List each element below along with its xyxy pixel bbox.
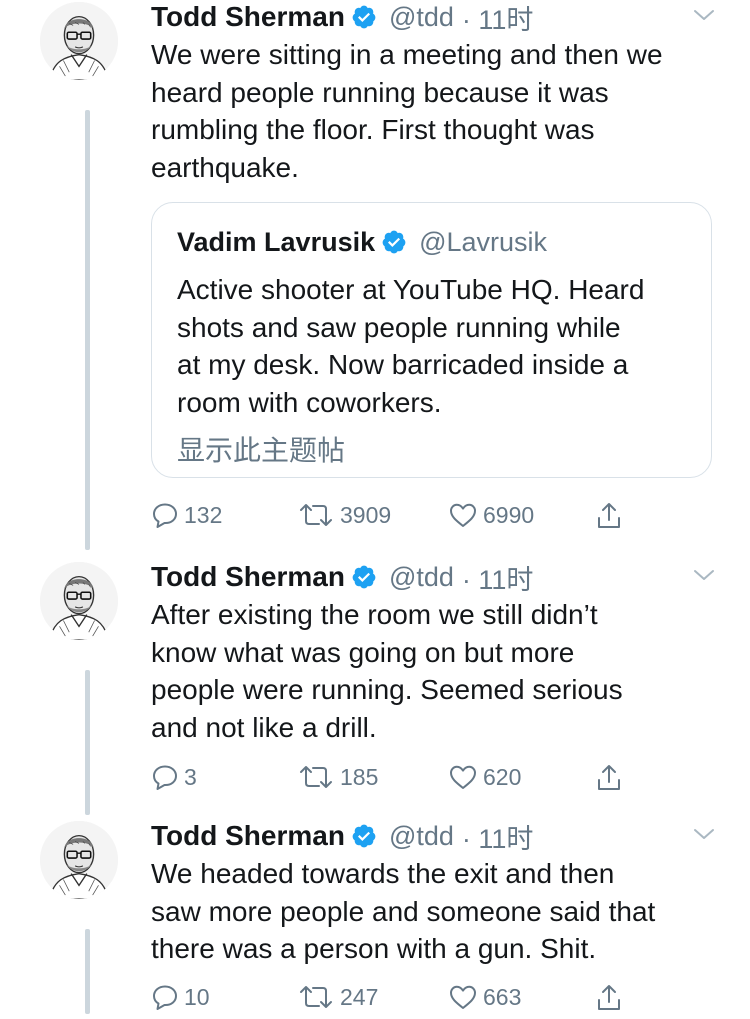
reply-icon bbox=[151, 501, 179, 529]
thread-line bbox=[85, 670, 90, 815]
tweet[interactable]: Todd Sherman @tdd · 11时 After existing t… bbox=[0, 560, 750, 815]
tweet-text: After existing the room we still didn’t … bbox=[151, 599, 623, 743]
retweet-count: 3909 bbox=[340, 501, 392, 528]
avatar-sketch bbox=[40, 2, 118, 80]
tweet[interactable]: Todd Sherman @tdd · 11时 We were sitting … bbox=[0, 0, 750, 550]
quoted-tweet-text: Active shooter at YouTube HQ. Heard shot… bbox=[177, 274, 645, 418]
verified-badge-icon bbox=[381, 229, 407, 255]
like-icon bbox=[448, 501, 478, 529]
retweet-button[interactable]: 3909 bbox=[297, 501, 391, 529]
retweet-button[interactable]: 185 bbox=[297, 763, 378, 791]
like-icon bbox=[448, 763, 478, 791]
retweet-icon bbox=[297, 763, 335, 791]
share-icon bbox=[595, 501, 623, 531]
chevron-down-icon[interactable] bbox=[690, 823, 718, 845]
author-handle[interactable]: @tdd bbox=[389, 562, 454, 593]
retweet-button[interactable]: 247 bbox=[297, 983, 378, 1011]
tweet-text: We were sitting in a meeting and then we… bbox=[151, 39, 663, 183]
tweet-time: · 11时 bbox=[461, 823, 534, 854]
author-handle[interactable]: @tdd bbox=[389, 821, 454, 852]
reply-icon bbox=[151, 983, 179, 1011]
share-button[interactable] bbox=[595, 501, 628, 531]
reply-button[interactable]: 3 bbox=[151, 763, 197, 791]
verified-badge-icon bbox=[351, 564, 377, 590]
like-count: 620 bbox=[483, 763, 522, 790]
reply-icon bbox=[151, 763, 179, 791]
reply-button[interactable]: 132 bbox=[151, 501, 222, 529]
author-name[interactable]: Todd Sherman bbox=[151, 561, 345, 593]
share-icon bbox=[595, 983, 623, 1013]
share-button[interactable] bbox=[595, 763, 628, 793]
tweet-time: · 11时 bbox=[461, 4, 534, 35]
like-count: 663 bbox=[483, 983, 522, 1010]
avatar-sketch bbox=[40, 821, 118, 899]
like-count: 6990 bbox=[483, 501, 535, 528]
share-button[interactable] bbox=[595, 983, 628, 1013]
avatar[interactable] bbox=[40, 562, 118, 640]
author-handle[interactable]: @tdd bbox=[389, 2, 454, 33]
author-name[interactable]: Todd Sherman bbox=[151, 820, 345, 852]
thread-line bbox=[85, 110, 90, 550]
quoted-tweet-header: Vadim Lavrusik @Lavrusik bbox=[177, 225, 547, 259]
avatar-sketch bbox=[40, 562, 118, 640]
share-icon bbox=[595, 763, 623, 793]
retweet-count: 247 bbox=[340, 983, 379, 1010]
verified-badge-icon bbox=[351, 4, 377, 30]
avatar[interactable] bbox=[40, 821, 118, 899]
avatar[interactable] bbox=[40, 2, 118, 80]
reply-count: 132 bbox=[184, 501, 223, 528]
retweet-icon bbox=[297, 501, 335, 529]
verified-badge-icon bbox=[351, 823, 377, 849]
tweet-actions: 132 3909 6990 bbox=[151, 501, 651, 537]
tweet[interactable]: Todd Sherman @tdd · 11时 We headed toward… bbox=[0, 819, 750, 1014]
chevron-down-icon[interactable] bbox=[690, 564, 718, 586]
quoted-author-handle: @Lavrusik bbox=[419, 226, 548, 257]
quoted-tweet[interactable]: Vadim Lavrusik @Lavrusik Active shooter … bbox=[151, 202, 712, 478]
reply-button[interactable]: 10 bbox=[151, 983, 210, 1011]
tweet-time: · 11时 bbox=[461, 564, 534, 595]
chevron-down-icon[interactable] bbox=[690, 4, 718, 26]
like-button[interactable]: 663 bbox=[448, 983, 521, 1011]
like-button[interactable]: 6990 bbox=[448, 501, 534, 529]
retweet-icon bbox=[297, 983, 335, 1011]
reply-count: 3 bbox=[184, 763, 197, 790]
tweet-actions: 3 185 620 bbox=[151, 763, 651, 799]
quoted-author-name: Vadim Lavrusik bbox=[177, 226, 376, 257]
show-thread-link[interactable]: 显示此主题帖 bbox=[177, 429, 345, 469]
like-icon bbox=[448, 983, 478, 1011]
retweet-count: 185 bbox=[340, 763, 379, 790]
reply-count: 10 bbox=[184, 983, 210, 1010]
tweet-header: Todd Sherman @tdd · 11时 bbox=[151, 819, 534, 854]
like-button[interactable]: 620 bbox=[448, 763, 521, 791]
thread-line bbox=[85, 929, 90, 1014]
tweet-header: Todd Sherman @tdd · 11时 bbox=[151, 560, 534, 595]
tweet-text: We headed towards the exit and then saw … bbox=[151, 858, 656, 964]
author-name[interactable]: Todd Sherman bbox=[151, 1, 345, 33]
tweet-header: Todd Sherman @tdd · 11时 bbox=[151, 0, 534, 35]
